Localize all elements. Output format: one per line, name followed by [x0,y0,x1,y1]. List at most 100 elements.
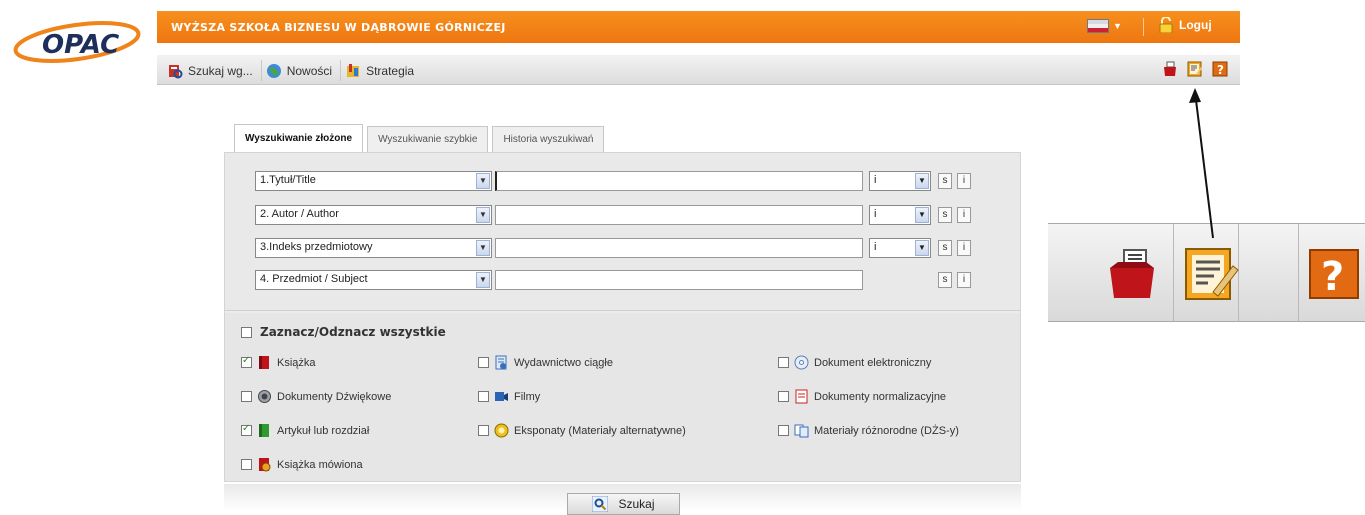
type-label: Artykuł lub rozdział [277,424,370,437]
norm-icon [795,389,808,404]
speaker-icon [258,390,271,403]
search-book-icon [169,64,183,78]
logo-text: OPAC [42,30,119,60]
i-button[interactable]: i [957,272,971,288]
exhibit-icon [494,423,509,438]
type-audio[interactable]: Dokumenty Dźwiękowe [241,389,391,404]
type-checkbox[interactable] [778,425,789,436]
i-button[interactable]: i [957,240,971,256]
help-icon: ? [1309,249,1359,300]
chevron-down-icon: ▼ [476,272,490,288]
nav-new-items[interactable]: Nowości [262,60,342,81]
periodical-icon [495,355,507,370]
basket-icon[interactable] [1162,61,1178,77]
login-label: Loguj [1179,18,1212,32]
operator-select[interactable]: i ▼ [869,171,931,191]
type-checkbox[interactable] [241,423,252,436]
main-nav: Szukaj wg... Nowości Strategia [163,60,422,81]
type-label: Książka [277,356,316,369]
field-select-value: 2. Autor / Author [260,208,339,220]
magnifier-icon [592,496,609,512]
zoom-divider [1298,224,1299,321]
i-button[interactable]: i [957,173,971,189]
document-types: Zaznacz/Odznacz wszystkie Książka Wydawn… [225,313,1020,481]
type-standards[interactable]: Dokumenty normalizacyjne [778,389,946,404]
header-bar: WYŻSZA SZKOŁA BIZNESU W DĄBROWIE GÓRNICZ… [157,11,1240,43]
type-label: Dokument elektroniczny [814,356,932,369]
tab-search-history[interactable]: Historia wyszukiwań [492,126,605,152]
search-button[interactable]: Szukaj [567,493,680,515]
tab-quick-search[interactable]: Wyszukiwanie szybkie [367,126,489,152]
article-icon [259,424,269,437]
tab-advanced-search[interactable]: Wyszukiwanie złożone [234,124,364,152]
operator-select[interactable]: i ▼ [869,205,931,225]
nav-label: Nowości [286,63,333,78]
film-icon [495,392,508,401]
padlock-icon [1159,17,1173,33]
select-all-checkbox[interactable] [241,326,252,338]
nav-label: Szukaj wg... [188,63,253,78]
type-exhibits[interactable]: Eksponaty (Materiały alternatywne) [478,423,686,438]
type-checkbox[interactable] [778,357,789,368]
chevron-down-icon: ▼ [1113,21,1122,31]
field-select[interactable]: 1.Tytuł/Title ▼ [255,171,492,191]
basket-icon [1110,249,1154,298]
field-select[interactable]: 4. Przedmiot / Subject ▼ [255,270,492,290]
s-button[interactable]: s [938,272,952,288]
chevron-down-icon: ▼ [476,240,490,256]
type-audiobook[interactable]: Książka mówiona [241,457,363,472]
search-input[interactable] [495,171,863,191]
type-electronic[interactable]: Dokument elektroniczny [778,355,931,370]
search-input[interactable] [495,205,863,225]
i-button[interactable]: i [957,207,971,223]
header-divider [1143,18,1144,36]
search-fields: 1.Tytuł/Title ▼ i ▼ s i 2. Autor / Author ▼… [225,153,1020,311]
type-label: Książka mówiona [277,458,363,471]
language-selector[interactable]: ▼ [1087,19,1122,33]
type-checkbox[interactable] [241,459,252,470]
type-checkbox[interactable] [778,391,789,402]
search-input[interactable] [495,270,863,290]
type-article[interactable]: Artykuł lub rozdział [241,423,369,438]
chevron-down-icon: ▼ [476,173,490,189]
search-input[interactable] [495,238,863,258]
nav-strategy[interactable]: Strategia [341,60,422,81]
field-select[interactable]: 2. Autor / Author ▼ [255,205,492,225]
login-link[interactable]: Loguj [1159,17,1212,33]
type-films[interactable]: Filmy [478,389,540,404]
mixed-icon [794,424,809,438]
cd-icon [794,355,809,370]
audiobook-icon [259,458,271,472]
s-button[interactable]: s [938,240,952,256]
opac-logo[interactable]: OPAC [0,5,155,85]
select-all-toggle[interactable]: Zaznacz/Odznacz wszystkie [241,325,446,339]
type-checkbox[interactable] [478,357,489,368]
type-checkbox[interactable] [478,391,489,402]
type-checkbox[interactable] [241,391,252,402]
type-label: Eksponaty (Materiały alternatywne) [514,424,686,437]
type-checkbox[interactable] [478,425,489,436]
search-panel: 1.Tytuł/Title ▼ i ▼ s i 2. Autor / Author ▼… [224,152,1021,482]
help-icon[interactable]: ? [1212,61,1228,77]
s-button[interactable]: s [938,173,952,189]
type-mixed[interactable]: Materiały różnorodne (DŻS-y) [778,423,959,438]
type-label: Filmy [514,390,541,403]
type-periodical[interactable]: Wydawnictwo ciągłe [478,355,613,370]
s-button[interactable]: s [938,207,952,223]
type-checkbox[interactable] [241,355,252,368]
notepad-icon[interactable] [1187,61,1203,77]
type-label: Dokumenty Dźwiękowe [277,390,392,403]
field-select-value: 4. Przedmiot / Subject [260,273,368,285]
strategy-icon [347,63,360,77]
field-select-value: 3.Indeks przedmiotowy [260,241,373,253]
operator-value: i [874,174,877,186]
toolbar-zoom-callout: ? [1048,223,1365,322]
zoom-divider [1173,224,1174,321]
svg-text:?: ? [1321,254,1344,300]
field-select-value: 1.Tytuł/Title [260,174,316,186]
operator-select[interactable]: i ▼ [869,238,931,258]
type-book[interactable]: Książka [241,355,316,370]
type-label: Dokumenty normalizacyjne [814,390,947,403]
nav-search-by[interactable]: Szukaj wg... [163,60,262,81]
field-select[interactable]: 3.Indeks przedmiotowy ▼ [255,238,492,258]
